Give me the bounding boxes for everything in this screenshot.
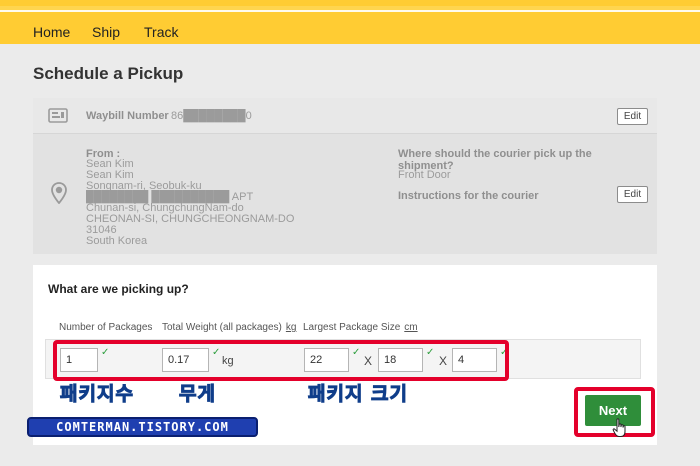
pickup-location-answer: Front Door: [398, 169, 451, 181]
hand-cursor-icon: [612, 418, 626, 437]
inputs-highlight-box: [53, 340, 509, 381]
from-address: Sean Kim Sean Kim Songnam-ri, Seobuk-ku …: [86, 159, 294, 247]
annotation-weight: 무게: [179, 383, 216, 406]
package-size-header-text: Largest Package Size: [303, 322, 401, 333]
waybill-row: Waybill Number 86████████0 Edit: [33, 98, 657, 134]
packages-card-title: What are we picking up?: [48, 282, 189, 296]
total-weight-header-text: Total Weight (all packages): [162, 322, 282, 333]
location-pin-icon: [51, 182, 67, 204]
annotation-package-size: 패키지 크기: [307, 383, 409, 406]
package-size-header: Largest Package Size cm: [303, 322, 418, 333]
nav-track[interactable]: Track: [144, 24, 178, 40]
shipment-summary: Waybill Number 86████████0 Edit From : S…: [33, 98, 657, 254]
watermark: COMTERMAN.TISTORY.COM: [27, 417, 258, 437]
waybill-card-icon: [48, 108, 68, 123]
from-line: Sean Kim: [86, 158, 134, 170]
total-weight-header: Total Weight (all packages) kg: [162, 322, 296, 333]
nav-home[interactable]: Home: [33, 24, 70, 40]
top-nav: Home Ship Track: [0, 0, 700, 44]
edit-waybill-button[interactable]: Edit: [617, 108, 648, 125]
from-line: CHEONAN-SI, CHUNGCHEONGNAM-DO: [86, 213, 295, 226]
size-unit-link[interactable]: cm: [404, 322, 417, 333]
waybill-number: 86████████0: [171, 110, 252, 122]
waybill-label: Waybill Number: [86, 110, 169, 122]
edit-instructions-button[interactable]: Edit: [617, 186, 648, 203]
instructions-label: Instructions for the courier: [398, 190, 539, 202]
packages-count-header: Number of Packages: [59, 322, 153, 333]
nav-ship[interactable]: Ship: [92, 24, 120, 40]
annotation-packages-count: 패키지수: [60, 383, 134, 406]
from-line: South Korea: [86, 235, 148, 248]
page-title: Schedule a Pickup: [33, 64, 184, 83]
nav-top-stripe: [0, 10, 700, 12]
weight-unit-link[interactable]: kg: [286, 322, 297, 333]
